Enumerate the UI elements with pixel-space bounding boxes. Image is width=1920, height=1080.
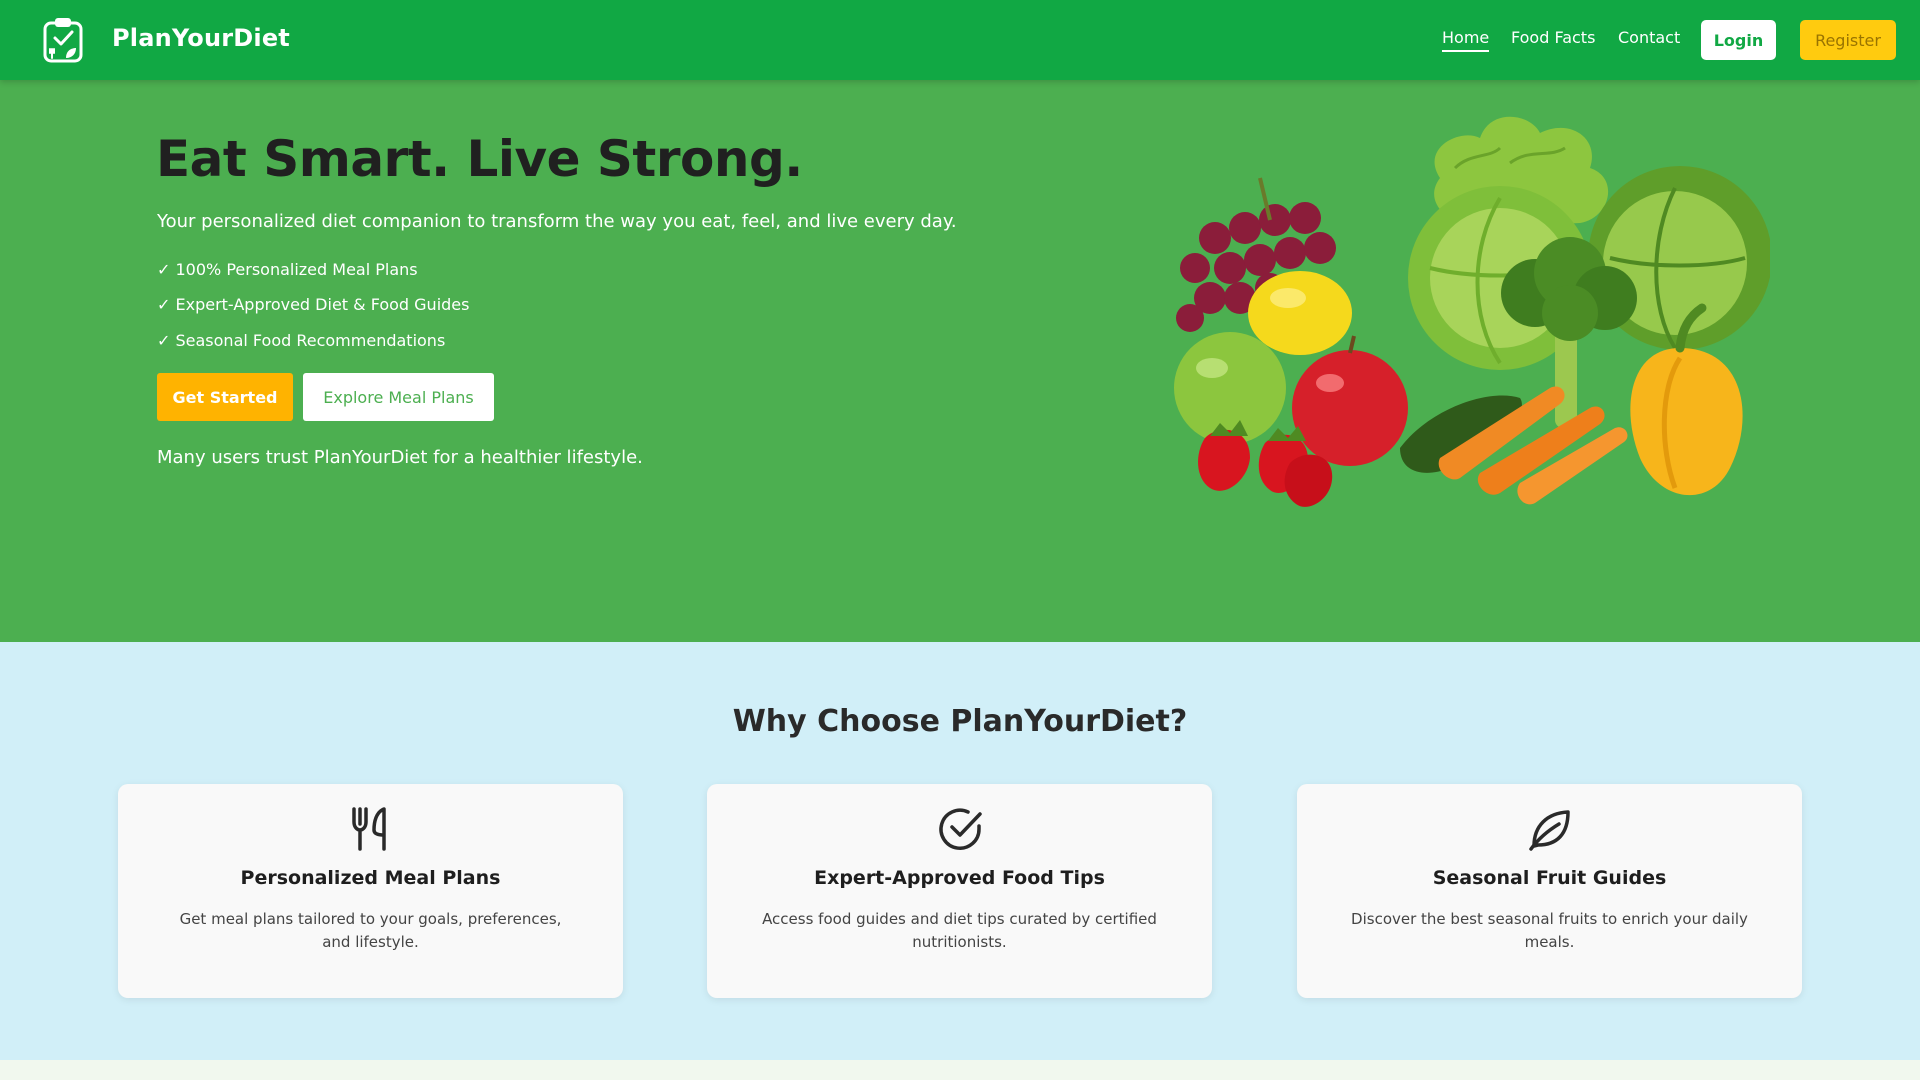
nav-link-home[interactable]: Home	[1442, 28, 1490, 52]
hero-feature-item: ✓ Seasonal Food Recommendations	[157, 331, 446, 350]
hero-subtitle: Your personalized diet companion to tran…	[157, 211, 957, 232]
hero-section: Eat Smart. Live Strong. Your personalize…	[0, 80, 1920, 642]
card-description: Discover the best seasonal fruits to enr…	[1351, 910, 1748, 951]
hero-title: Eat Smart. Live Strong.	[156, 130, 803, 188]
leaf-icon	[1525, 804, 1575, 854]
hero-feature-item: ✓ Expert-Approved Diet & Food Guides	[157, 295, 470, 314]
hero-feature-item: ✓ 100% Personalized Meal Plans	[157, 260, 418, 279]
nav-link-food-facts[interactable]: Food Facts	[1511, 28, 1595, 47]
card-title: Seasonal Fruit Guides	[1432, 867, 1667, 889]
card-description: Get meal plans tailored to your goals, p…	[179, 910, 562, 951]
nav-link-contact[interactable]: Contact	[1618, 28, 1680, 47]
hero-trust-text: Many users trust PlanYourDiet for a heal…	[157, 447, 643, 468]
login-button[interactable]: Login	[1701, 20, 1776, 60]
register-button[interactable]: Register	[1800, 20, 1896, 60]
why-section-title: Why Choose PlanYourDiet?	[732, 704, 1188, 739]
card-title: Expert-Approved Food Tips	[814, 867, 1105, 889]
feature-card: Seasonal Fruit Guides Discover the best …	[1297, 784, 1802, 998]
explore-meal-plans-button[interactable]: Explore Meal Plans	[303, 373, 494, 421]
feature-card: Expert-Approved Food Tips Access food gu…	[707, 784, 1212, 998]
brand-name[interactable]: PlanYourDiet	[112, 24, 290, 52]
check-circle-icon	[935, 804, 985, 854]
get-started-button[interactable]: Get Started	[157, 373, 293, 421]
next-section-edge	[0, 1060, 1920, 1080]
card-title: Personalized Meal Plans	[240, 867, 501, 889]
feature-card: Personalized Meal Plans Get meal plans t…	[118, 784, 623, 998]
why-choose-section: Why Choose PlanYourDiet? Personalized Me…	[0, 642, 1920, 1060]
fruits-vegetables-image	[1170, 108, 1772, 508]
utensils-icon	[346, 804, 396, 854]
card-description: Access food guides and diet tips curated…	[762, 910, 1157, 951]
clipboard-leaf-icon[interactable]	[40, 16, 86, 64]
navbar: PlanYourDiet Home Food Facts Contact Log…	[0, 0, 1920, 80]
